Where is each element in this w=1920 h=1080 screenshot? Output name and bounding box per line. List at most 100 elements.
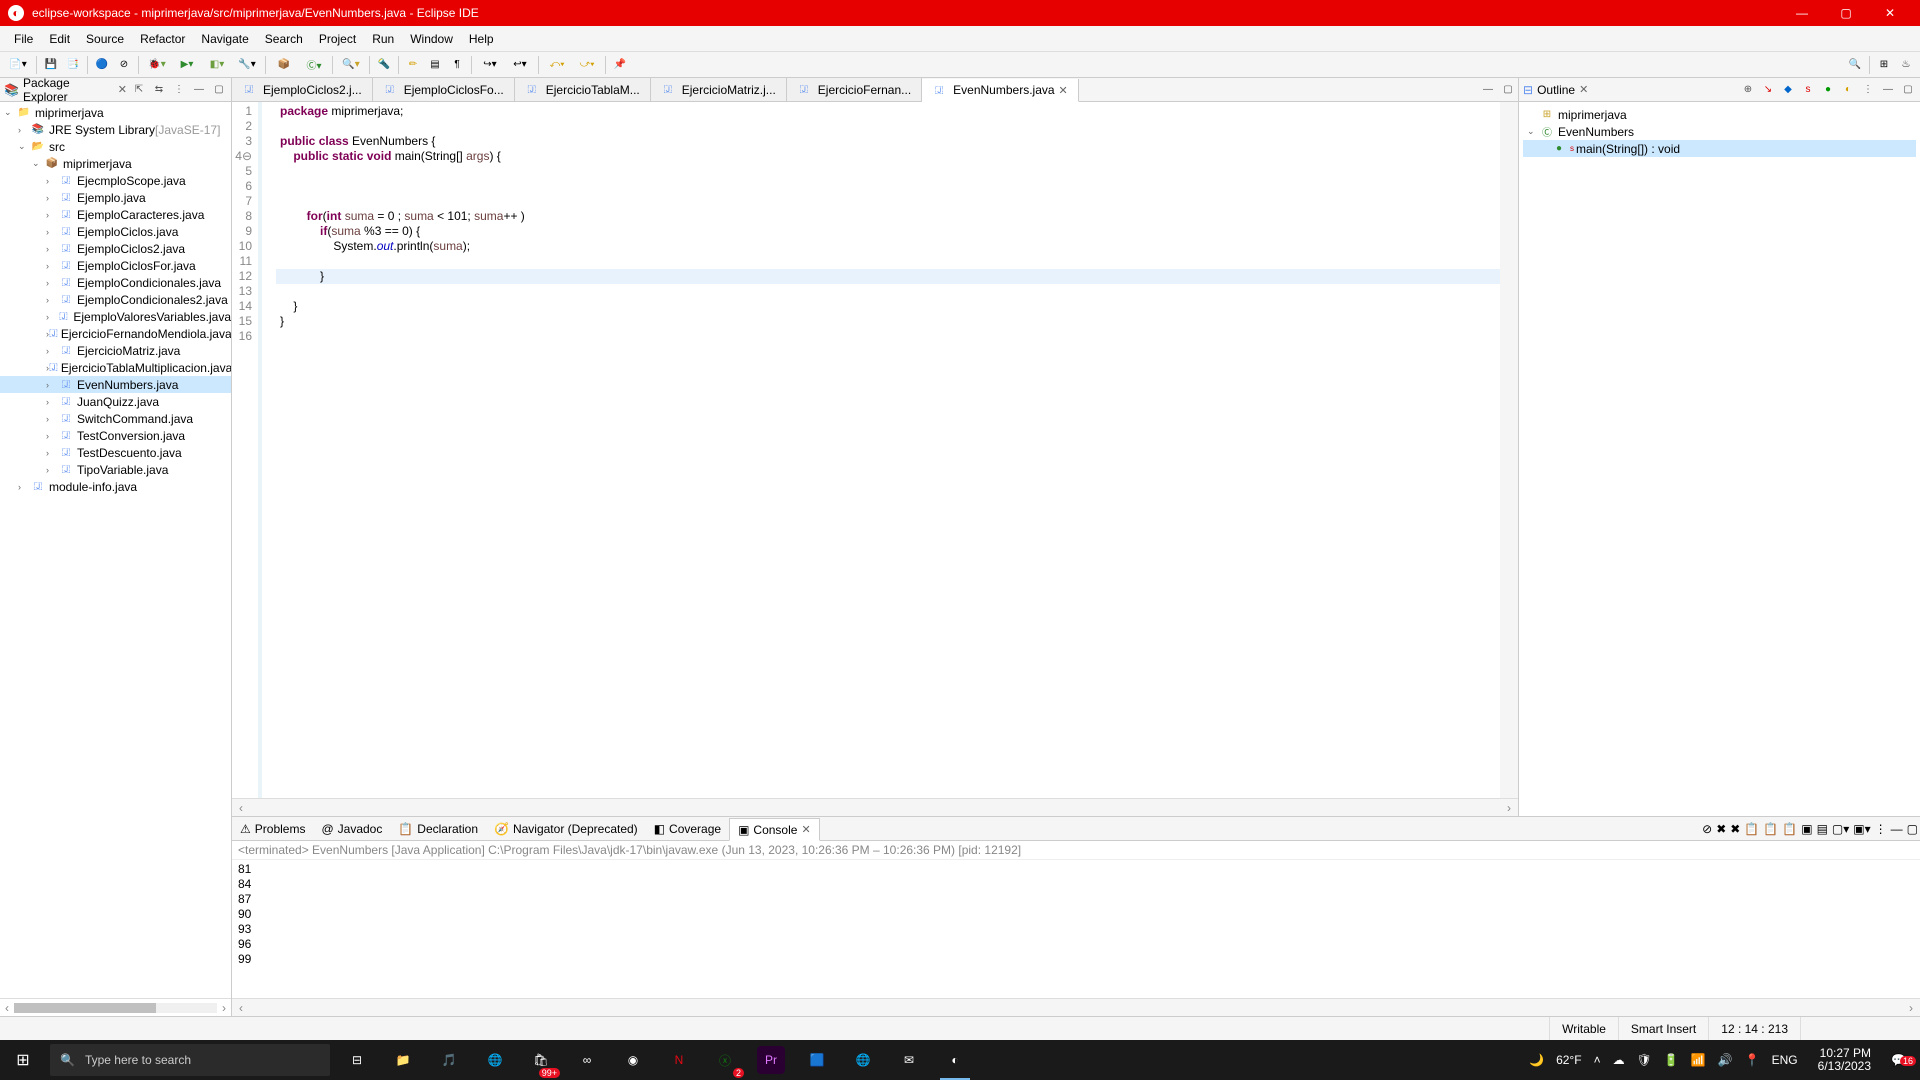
next-annotation-button[interactable]: ↪▾ <box>476 55 504 75</box>
twisty-icon[interactable]: › <box>46 244 58 254</box>
menu-help[interactable]: Help <box>461 29 502 49</box>
twisty-icon[interactable]: › <box>46 448 58 458</box>
console-toolbar-button[interactable]: ▢▾ <box>1832 822 1849 836</box>
twisty-icon[interactable]: › <box>46 295 58 305</box>
language-indicator[interactable]: ENG <box>1772 1053 1798 1067</box>
forward-button[interactable]: ⤻▾ <box>573 55 601 75</box>
twisty-icon[interactable]: › <box>46 176 58 186</box>
new-button[interactable]: 📄▾ <box>4 55 32 75</box>
console-toolbar-button[interactable]: ⊘ <box>1702 822 1712 836</box>
taskbar-clock[interactable]: 10:27 PM 6/13/2023 <box>1810 1047 1879 1073</box>
menu-refactor[interactable]: Refactor <box>132 29 193 49</box>
console-hscroll[interactable]: ‹› <box>232 998 1920 1016</box>
edge-button[interactable]: 🌐 <box>472 1040 518 1080</box>
console-toolbar-button[interactable]: ⋮ <box>1875 822 1887 836</box>
console-toolbar-button[interactable]: ▢ <box>1907 822 1918 836</box>
menu-project[interactable]: Project <box>311 29 364 49</box>
package-explorer-hscroll[interactable]: ‹› <box>0 998 231 1016</box>
tree-item[interactable]: ›🇯EjemploCondicionales.java <box>0 274 231 291</box>
editor-tab[interactable]: 🇯EvenNumbers.java ✕ <box>922 79 1079 102</box>
outline-hide-nonpublic-button[interactable]: ● <box>1820 82 1836 98</box>
outline-method[interactable]: ● s main(String[]) : void <box>1523 140 1916 157</box>
tab-close[interactable]: ✕ <box>1059 84 1068 97</box>
open-perspective-button[interactable]: ⊞ <box>1874 55 1894 75</box>
vscode-button[interactable]: ∞ <box>564 1040 610 1080</box>
collapse-all-button[interactable]: ⇱ <box>131 82 147 98</box>
editor-tab[interactable]: 🇯EjemploCiclos2.j... <box>232 78 373 101</box>
tree-item[interactable]: ›🇯TestConversion.java <box>0 427 231 444</box>
twisty-icon[interactable]: › <box>46 431 58 441</box>
editor-hscroll[interactable]: ‹› <box>232 798 1518 816</box>
menu-search[interactable]: Search <box>257 29 311 49</box>
twisty-icon[interactable]: ⌄ <box>4 107 16 118</box>
bottom-tab-navigatordeprecated[interactable]: 🧭Navigator (Deprecated) <box>486 817 646 840</box>
menu-file[interactable]: File <box>6 29 41 49</box>
view-menu-button[interactable]: ⋮ <box>171 82 187 98</box>
maximize-button[interactable]: ▢ <box>1824 0 1868 26</box>
battery-icon[interactable]: 🔋 <box>1664 1053 1679 1067</box>
package-tree[interactable]: ⌄📁miprimerjava›📚JRE System Library [Java… <box>0 102 231 998</box>
tree-item[interactable]: ›🇯JuanQuizz.java <box>0 393 231 410</box>
tree-item[interactable]: ›🇯SwitchCommand.java <box>0 410 231 427</box>
chrome-button[interactable]: ◉ <box>610 1040 656 1080</box>
run-button[interactable]: ▶▾ <box>173 55 201 75</box>
twisty-icon[interactable]: ⌄ <box>32 158 44 169</box>
pin-editor-button[interactable]: 📌 <box>610 55 630 75</box>
outline-tree[interactable]: ⊞ miprimerjava ⌄ Ⓒ EvenNumbers ● s main(… <box>1519 102 1920 161</box>
open-type-button[interactable]: 🔍▾ <box>337 55 365 75</box>
outline-menu-button[interactable]: ⋮ <box>1860 82 1876 98</box>
tree-item[interactable]: ›🇯EjemploValoresVariables.java <box>0 308 231 325</box>
tree-item[interactable]: ›🇯EjemploCiclos2.java <box>0 240 231 257</box>
netflix-button[interactable]: N <box>656 1040 702 1080</box>
console-toolbar-button[interactable]: ▣▾ <box>1853 822 1870 836</box>
outline-class[interactable]: ⌄ Ⓒ EvenNumbers <box>1523 123 1916 140</box>
twisty-icon[interactable]: › <box>46 465 58 475</box>
file-explorer-button[interactable]: 📁 <box>380 1040 426 1080</box>
twisty-icon[interactable]: › <box>46 210 58 220</box>
save-all-button[interactable]: 📑 <box>63 55 83 75</box>
tree-item[interactable]: ⌄📂src <box>0 138 231 155</box>
bottom-tab-declaration[interactable]: 📋Declaration <box>390 817 486 840</box>
tree-item[interactable]: ›🇯EjercicioMatriz.java <box>0 342 231 359</box>
tree-item[interactable]: ›🇯EjemploCiclosFor.java <box>0 257 231 274</box>
tree-item[interactable]: ›🇯Ejemplo.java <box>0 189 231 206</box>
minimize-button[interactable]: — <box>1780 0 1824 26</box>
twisty-icon[interactable]: › <box>46 278 58 288</box>
code-editor[interactable]: 1234⊖5678910111213141516 package miprime… <box>232 102 1518 798</box>
twisty-icon[interactable]: › <box>46 346 58 356</box>
folding-ruler[interactable] <box>262 102 276 798</box>
twisty-icon[interactable]: › <box>46 312 56 322</box>
bottom-tab-console[interactable]: ▣Console ✕ <box>729 818 820 841</box>
editor-tab[interactable]: 🇯EjercicioFernan... <box>787 78 922 101</box>
debug-button[interactable]: 🐞▾ <box>143 55 171 75</box>
outline-hide-static-button[interactable]: s <box>1800 82 1816 98</box>
bottom-tab-javadoc[interactable]: @Javadoc <box>313 817 390 840</box>
tree-item[interactable]: ›🇯TestDescuento.java <box>0 444 231 461</box>
xbox-button[interactable]: ⓧ2 <box>702 1040 748 1080</box>
tree-item[interactable]: ›🇯EjemploCiclos.java <box>0 223 231 240</box>
search-button[interactable]: 🔦 <box>374 55 394 75</box>
weather-icon[interactable]: 🌙 <box>1529 1053 1544 1067</box>
tree-item[interactable]: ›🇯EvenNumbers.java <box>0 376 231 393</box>
prev-annotation-button[interactable]: ↩▾ <box>506 55 534 75</box>
notifications-icon[interactable]: 💬16 <box>1891 1053 1916 1067</box>
tab-close[interactable]: ✕ <box>801 823 810 836</box>
tree-item[interactable]: ›🇯EjemploCaracteres.java <box>0 206 231 223</box>
mail-button[interactable]: ✉ <box>886 1040 932 1080</box>
editor-tab[interactable]: 🇯EjercicioTablaM... <box>515 78 651 101</box>
twisty-icon[interactable]: › <box>46 193 58 203</box>
save-button[interactable]: 💾 <box>41 55 61 75</box>
outline-sort-button[interactable]: ↘ <box>1760 82 1776 98</box>
editor-vscroll[interactable] <box>1500 102 1518 798</box>
copilot-button[interactable]: 🟦 <box>794 1040 840 1080</box>
console-toolbar-button[interactable]: — <box>1891 822 1903 836</box>
toggle-mark-button[interactable]: ✏ <box>403 55 423 75</box>
outline-focus-button[interactable]: ⊕ <box>1740 82 1756 98</box>
twisty-icon[interactable]: › <box>18 125 30 135</box>
tray-chevron-icon[interactable]: ˄ <box>1594 1053 1601 1067</box>
bottom-tab-coverage[interactable]: ◧Coverage <box>646 817 729 840</box>
menu-navigate[interactable]: Navigate <box>193 29 256 49</box>
twisty-icon[interactable]: › <box>18 482 30 492</box>
console-toolbar-button[interactable]: 📋 <box>1763 822 1778 836</box>
editor-min-button[interactable]: — <box>1480 82 1496 98</box>
